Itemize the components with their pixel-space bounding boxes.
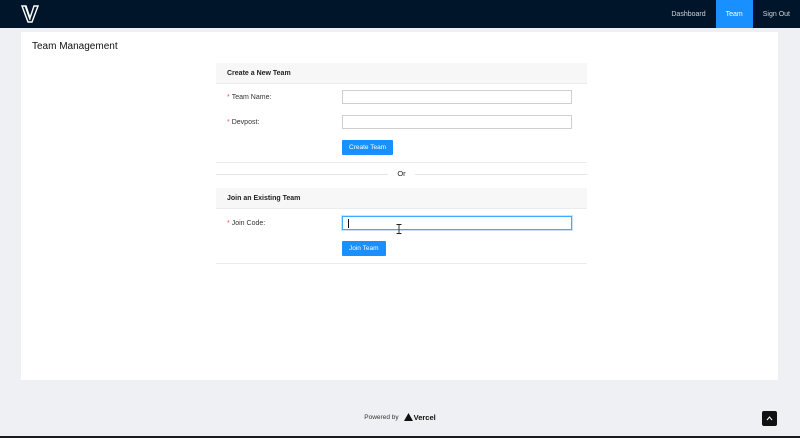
page-title: Team Management: [32, 41, 118, 52]
divider-line-right: [415, 174, 587, 175]
text-caret: [348, 219, 349, 228]
devpost-label: * Devpost:: [227, 119, 259, 126]
vercel-brand-text: Vercel: [413, 412, 436, 422]
join-team-header: Join an Existing Team: [216, 188, 587, 209]
team-name-label: * Team Name:: [227, 94, 271, 101]
powered-by-text: Powered by: [364, 413, 399, 421]
join-team-button[interactable]: Join Team: [342, 241, 386, 256]
chevron-up-icon: [766, 416, 773, 421]
join-code-input[interactable]: [342, 216, 572, 230]
section-separator: [216, 263, 587, 264]
label-colon: :: [263, 220, 266, 227]
team-name-input[interactable]: [342, 90, 572, 104]
footer: Powered by Vercel: [0, 411, 800, 423]
or-divider: Or: [216, 168, 587, 180]
required-asterisk: *: [227, 119, 230, 126]
devpost-input[interactable]: [342, 115, 572, 129]
nav-item-dashboard[interactable]: Dashboard: [661, 0, 715, 28]
nav-item-sign-out[interactable]: Sign Out: [753, 0, 800, 28]
required-asterisk: *: [227, 220, 230, 227]
app-logo-icon[interactable]: [10, 0, 50, 28]
label-colon: :: [257, 119, 260, 126]
nav-item-team[interactable]: Team: [715, 0, 753, 28]
main-content-card: Team Management Create a New Team * Team …: [21, 32, 778, 380]
join-code-label: * Join Code:: [227, 220, 265, 227]
label-colon: :: [269, 94, 272, 101]
devpost-label-text: Devpost: [231, 119, 258, 126]
create-team-button[interactable]: Create Team: [342, 140, 394, 155]
join-code-label-text: Join Code: [231, 220, 264, 227]
team-name-label-text: Team Name: [231, 94, 270, 101]
i-beam-cursor-icon: [396, 221, 402, 234]
floating-action-button[interactable]: [762, 411, 777, 426]
required-asterisk: *: [227, 94, 230, 101]
vercel-triangle-icon: [403, 413, 413, 421]
top-navigation-bar: Dashboard Team Sign Out: [0, 0, 800, 28]
section-separator: [216, 162, 587, 163]
create-team-header: Create a New Team: [216, 63, 587, 84]
nav-menu: Dashboard Team Sign Out: [661, 0, 800, 28]
vercel-logo[interactable]: Vercel: [403, 412, 436, 422]
